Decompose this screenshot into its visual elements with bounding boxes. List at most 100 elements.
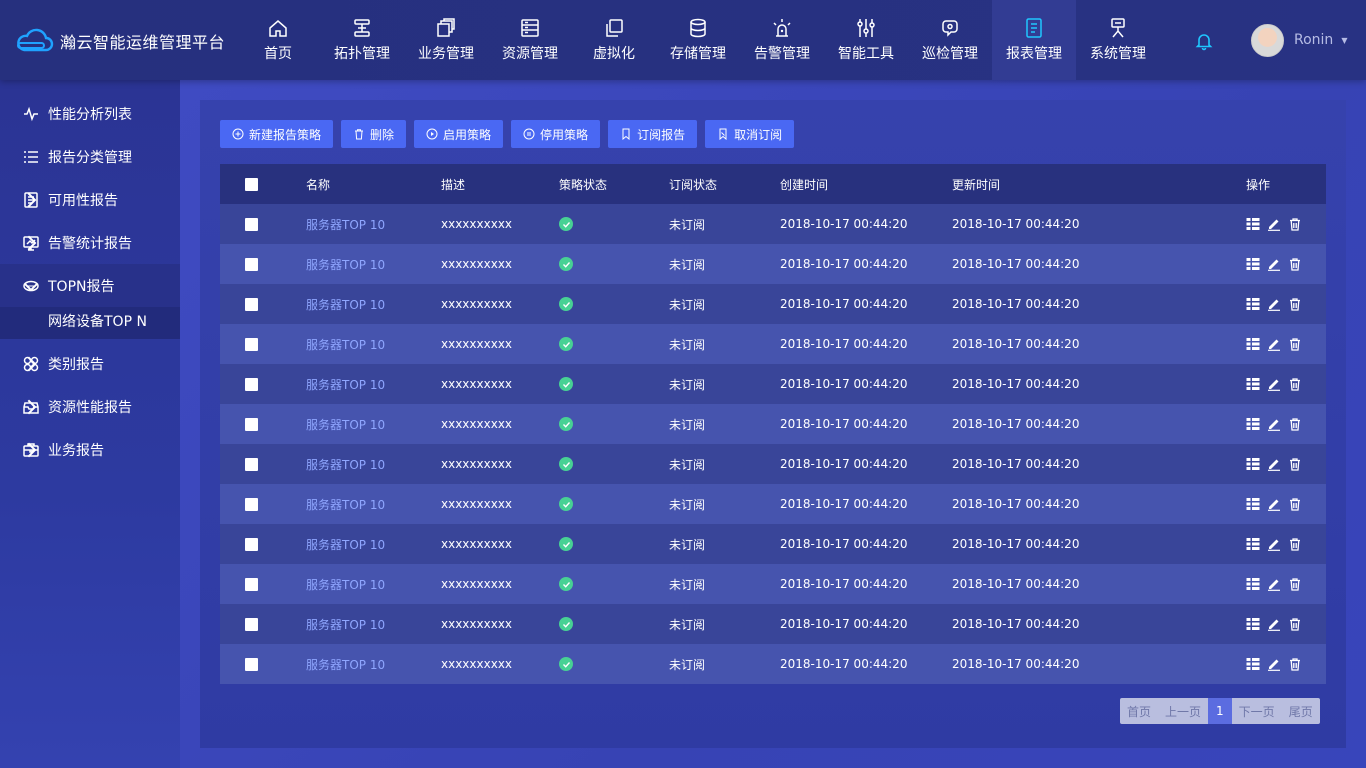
row-checkbox[interactable] [245,417,258,431]
row-checkbox[interactable] [245,217,258,231]
prev-page-button[interactable]: 上一页 [1158,698,1208,724]
bell-icon[interactable] [1193,30,1215,52]
edit-pencil-icon[interactable] [1267,297,1281,311]
nav-item-topology[interactable]: 拓扑管理 [320,0,404,80]
edit-pencil-icon[interactable] [1267,577,1281,591]
sidebar-item-resource-perf[interactable]: 资源性能报告 [0,385,180,428]
trash-icon[interactable] [1288,457,1302,471]
last-page-button[interactable]: 尾页 [1282,698,1320,724]
trash-icon[interactable] [1288,417,1302,431]
app-logo[interactable]: 瀚云智能运维管理平台 [14,26,225,56]
detail-list-icon[interactable] [1246,217,1260,231]
nav-item-virtualization[interactable]: 虚拟化 [572,0,656,80]
nav-item-alarm[interactable]: 告警管理 [740,0,824,80]
sidebar-item-topn[interactable]: TOPN报告 [0,264,180,307]
detail-list-icon[interactable] [1246,657,1260,671]
row-name-link[interactable]: 服务器TOP 10 [306,244,385,284]
sidebar-item-list[interactable]: 报告分类管理 [0,135,180,178]
trash-icon[interactable] [1288,337,1302,351]
sidebar-item-label: TOPN报告 [48,278,115,295]
row-name-link[interactable]: 服务器TOP 10 [306,444,385,484]
trash-icon[interactable] [1288,257,1302,271]
row-checkbox[interactable] [245,297,258,311]
trash-icon[interactable] [1288,577,1302,591]
disable-policy-button[interactable]: 停用策略 [511,120,601,148]
trash-icon[interactable] [1288,217,1302,231]
row-checkbox[interactable] [245,497,258,511]
trash-icon[interactable] [1288,497,1302,511]
sidebar-item-pulse[interactable]: 性能分析列表 [0,92,180,135]
sidebar-subitem-network-topn[interactable]: 网络设备TOP N [0,303,180,339]
row-name-link[interactable]: 服务器TOP 10 [306,604,385,644]
detail-list-icon[interactable] [1246,337,1260,351]
nav-item-resource[interactable]: 资源管理 [488,0,572,80]
header-name[interactable]: 名称 [306,164,330,204]
detail-list-icon[interactable] [1246,377,1260,391]
edit-pencil-icon[interactable] [1267,657,1281,671]
select-all-checkbox[interactable] [245,177,258,191]
edit-pencil-icon[interactable] [1267,417,1281,431]
edit-pencil-icon[interactable] [1267,377,1281,391]
enable-policy-button[interactable]: 启用策略 [414,120,504,148]
row-checkbox[interactable] [245,377,258,391]
nav-item-system[interactable]: 系统管理 [1076,0,1160,80]
row-name-link[interactable]: 服务器TOP 10 [306,364,385,404]
edit-pencil-icon[interactable] [1267,617,1281,631]
row-name-link[interactable]: 服务器TOP 10 [306,564,385,604]
sidebar-item-monitor[interactable]: 告警统计报告 [0,221,180,264]
row-checkbox[interactable] [245,657,258,671]
nav-item-home[interactable]: 首页 [236,0,320,80]
next-page-button[interactable]: 下一页 [1232,698,1282,724]
nav-item-inspection[interactable]: 巡检管理 [908,0,992,80]
row-checkbox[interactable] [245,577,258,591]
subscribe-report-button[interactable]: 订阅报告 [608,120,698,148]
edit-pencil-icon[interactable] [1267,257,1281,271]
row-name-link[interactable]: 服务器TOP 10 [306,284,385,324]
sidebar-item-category[interactable]: 类别报告 [0,342,180,385]
edit-pencil-icon[interactable] [1267,457,1281,471]
row-checkbox[interactable] [245,337,258,351]
row-checkbox[interactable] [245,537,258,551]
detail-list-icon[interactable] [1246,577,1260,591]
row-name-link[interactable]: 服务器TOP 10 [306,324,385,364]
edit-pencil-icon[interactable] [1267,217,1281,231]
sidebar-item-doc[interactable]: 可用性报告 [0,178,180,221]
nav-item-business[interactable]: 业务管理 [404,0,488,80]
trash-icon[interactable] [1288,537,1302,551]
trash-icon[interactable] [1288,297,1302,311]
unsubscribe-button[interactable]: 取消订阅 [705,120,795,148]
current-page[interactable]: 1 [1208,698,1232,724]
nav-item-report[interactable]: 报表管理 [992,0,1076,80]
row-checkbox[interactable] [245,617,258,631]
row-name-link[interactable]: 服务器TOP 10 [306,484,385,524]
trash-icon[interactable] [1288,657,1302,671]
detail-list-icon[interactable] [1246,297,1260,311]
row-checkbox[interactable] [245,457,258,471]
nav-item-tools[interactable]: 智能工具 [824,0,908,80]
detail-list-icon[interactable] [1246,497,1260,511]
row-created-time: 2018-10-17 00:44:20 [780,337,908,351]
detail-list-icon[interactable] [1246,257,1260,271]
detail-list-icon[interactable] [1246,537,1260,551]
new-policy-button[interactable]: 新建报告策略 [220,120,334,148]
edit-pencil-icon[interactable] [1267,537,1281,551]
edit-pencil-icon[interactable] [1267,337,1281,351]
sidebar-item-briefcase[interactable]: 业务报告 [0,428,180,471]
nav-item-storage[interactable]: 存储管理 [656,0,740,80]
row-name-link[interactable]: 服务器TOP 10 [306,204,385,244]
trash-icon[interactable] [1288,377,1302,391]
row-name-link[interactable]: 服务器TOP 10 [306,644,385,684]
first-page-button[interactable]: 首页 [1120,698,1158,724]
disable-policy-label: 停用策略 [540,127,589,142]
delete-button[interactable]: 删除 [341,120,407,148]
row-name-link[interactable]: 服务器TOP 10 [306,404,385,444]
row-checkbox[interactable] [245,257,258,271]
trash-icon[interactable] [1288,617,1302,631]
row-name-link[interactable]: 服务器TOP 10 [306,524,385,564]
user-menu[interactable]: Ronin ▼ [1251,23,1347,57]
header-desc: 描述 [441,177,466,192]
detail-list-icon[interactable] [1246,457,1260,471]
edit-pencil-icon[interactable] [1267,497,1281,511]
detail-list-icon[interactable] [1246,617,1260,631]
detail-list-icon[interactable] [1246,417,1260,431]
